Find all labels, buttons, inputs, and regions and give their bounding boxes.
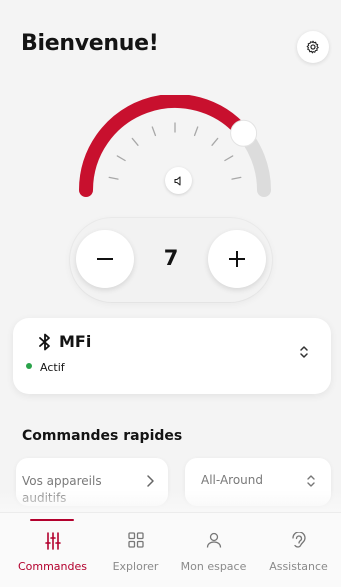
chevron-up-down-icon [307,475,315,487]
nav-item-explorer[interactable]: Explorer [93,528,178,584]
chevron-right-icon [147,475,154,487]
settings-button[interactable] [297,31,329,63]
volume-stepper: 7 [70,218,272,302]
person-icon [206,532,221,548]
chevron-up-down-icon[interactable] [299,345,309,359]
plus-icon [229,251,245,267]
volume-arc [79,95,271,197]
volume-tick [151,126,157,137]
sliders-icon [44,532,61,550]
mute-button[interactable] [165,167,192,194]
gear-icon [306,40,319,54]
program-label: All-Around [201,473,263,487]
status-dot [26,363,32,369]
minus-icon [97,258,113,260]
quick-commands-title: Commandes rapides [22,428,183,444]
device-status: Actif [40,361,65,374]
volume-value: 7 [163,246,179,270]
header: Bienvenue! [0,0,341,80]
page-title: Bienvenue! [21,31,159,56]
scroll-fade [0,490,341,512]
nav-item-mon-espace[interactable]: Mon espace [171,528,256,584]
device-card[interactable]: MFi [13,318,331,394]
volume-tick [224,155,234,162]
volume-dial[interactable] [0,95,341,210]
nav-label: Mon espace [180,560,247,573]
volume-tick [211,137,219,146]
volume-tick [193,126,199,137]
nav-label: Commandes [17,560,88,573]
volume-tick [116,155,126,162]
device-name: MFi [59,332,92,351]
grid-icon [127,532,144,548]
bluetooth-icon [39,333,50,351]
volume-tick [231,176,242,180]
volume-decrease-button[interactable] [76,230,134,288]
nav-label: Explorer [112,560,159,573]
volume-tick [108,176,119,180]
ear-icon [291,532,306,548]
nav-active-indicator [30,519,74,521]
speaker-icon [173,175,181,186]
volume-tick [131,137,139,146]
nav-label: Assistance [269,560,328,573]
volume-increase-button[interactable] [208,230,266,288]
nav-item-assistance[interactable]: Assistance [256,528,341,584]
nav-item-commandes[interactable]: Commandes [10,528,95,584]
